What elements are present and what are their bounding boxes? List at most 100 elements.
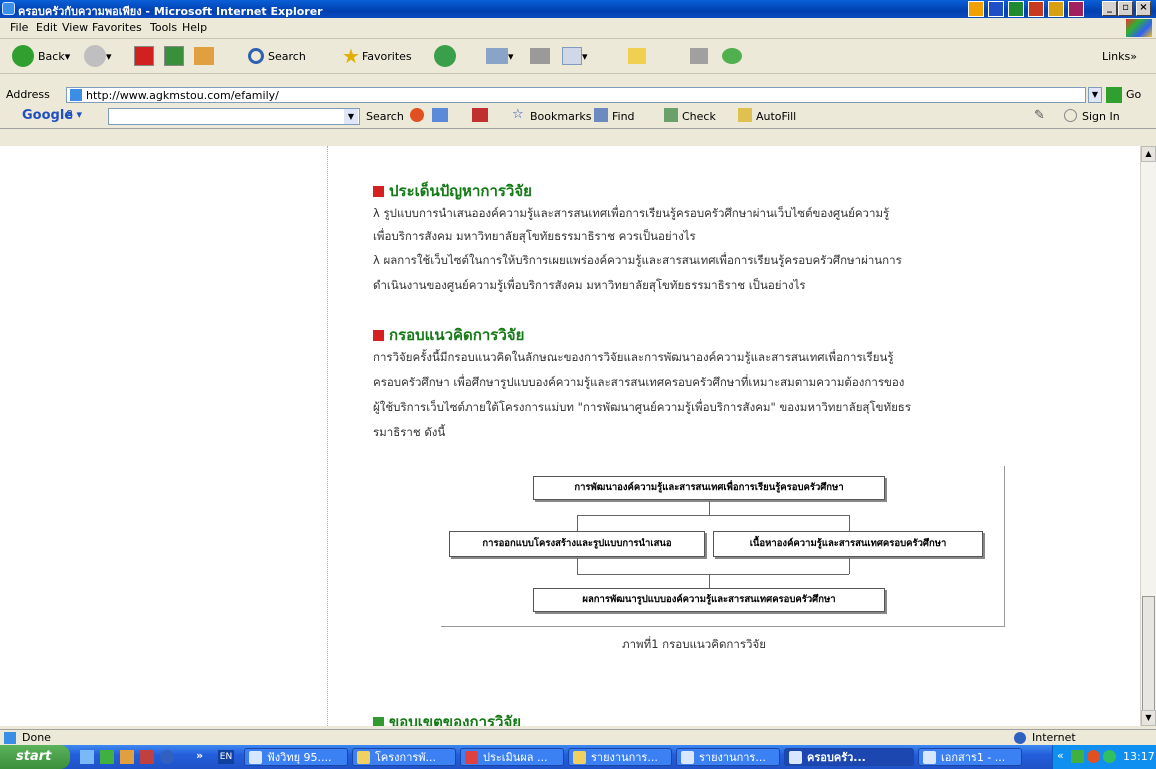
google-search-button[interactable]: Search (366, 110, 404, 123)
google-dropdown-icon[interactable]: ▼ (344, 109, 358, 124)
task-document1[interactable]: เอกสาร1 - ... (918, 748, 1022, 766)
star-icon: ★ (342, 44, 360, 68)
messenger-button[interactable] (722, 44, 742, 68)
tray-status-icon[interactable] (1103, 750, 1116, 763)
address-input[interactable]: http://www.agkmstou.com/efamily/ (66, 87, 1086, 103)
task-family-active[interactable]: ครอบครัว... (784, 748, 914, 766)
plus-icon[interactable] (432, 108, 448, 122)
google-search-input[interactable] (108, 108, 360, 125)
home-icon (194, 47, 214, 65)
menu-edit[interactable]: Edit (36, 21, 57, 34)
sign-in-button[interactable]: Sign In (1082, 110, 1120, 123)
bookmarks-button[interactable]: Bookmarks (530, 110, 591, 123)
outlook-icon[interactable] (1048, 1, 1064, 17)
access-icon[interactable] (1068, 1, 1084, 17)
refresh-button[interactable] (164, 44, 184, 68)
autofill-button[interactable]: AutoFill (756, 110, 796, 123)
google-toolbar: Google 8 ▾ ▼ Search ☆ Bookmarks Find Che… (0, 105, 1156, 129)
wrench-icon[interactable]: ✎ (1034, 108, 1045, 123)
links-button[interactable]: Links » (1102, 44, 1137, 68)
word-edit-icon (562, 47, 582, 65)
discuss-button[interactable] (628, 44, 646, 68)
print-icon (530, 48, 550, 64)
quicklaunch-ie-icon[interactable] (80, 750, 94, 764)
excel-icon[interactable] (1008, 1, 1024, 17)
scroll-up-icon[interactable]: ▲ (1141, 146, 1156, 162)
find-button[interactable]: Find (612, 110, 635, 123)
task-word-report[interactable]: รายงานการ... (676, 748, 780, 766)
ie-task-icon (249, 751, 262, 764)
check-button[interactable]: Check (682, 110, 716, 123)
language-indicator[interactable]: EN (218, 750, 234, 764)
google-options-icon[interactable]: 8 ▾ (66, 108, 82, 121)
start-button[interactable]: start (0, 745, 70, 769)
paragraph-line: ครอบครัวศึกษา เพื่อศึกษารูปแบบองค์ความรู… (373, 375, 905, 389)
paragraph-line: ดำเนินงานของศูนย์ความรู้เพื่อบริการสังคม… (373, 278, 806, 292)
history-button[interactable] (434, 44, 456, 68)
go-button[interactable]: Go (1126, 88, 1141, 101)
stop-button[interactable] (134, 44, 154, 68)
system-tray: « 13:17 (1052, 745, 1156, 769)
tray-expand-icon[interactable]: « (1057, 749, 1064, 762)
address-dropdown-icon[interactable]: ▼ (1088, 87, 1102, 103)
edit-button[interactable]: ▾ (562, 44, 588, 68)
framework-diagram: การพัฒนาองค์ความรู้และสารสนเทศเพื่อการเร… (441, 466, 1005, 627)
taskbar: start » EN ฟังวิทยุ 95.... โครงการพั... … (0, 745, 1156, 769)
task-evaluation[interactable]: ประเมินผล ... (460, 748, 564, 766)
quicklaunch-messenger-icon[interactable] (120, 750, 134, 764)
menu-favorites[interactable]: Favorites (92, 21, 142, 34)
find-icon (594, 108, 608, 122)
quicklaunch-media-icon[interactable] (140, 750, 154, 764)
print-button[interactable] (530, 44, 550, 68)
maximize-button[interactable]: ▫ (1118, 1, 1133, 16)
favorites-button[interactable]: ★ Favorites (342, 44, 412, 68)
minus-box-icon (373, 186, 384, 197)
menu-view[interactable]: View (62, 21, 88, 34)
globe-icon (1014, 732, 1026, 744)
scroll-thumb[interactable] (1142, 596, 1155, 714)
windows-logo-icon (1126, 19, 1152, 37)
stop-icon (134, 46, 154, 66)
title-bar: ครอบครัวกับความพอเพียง - Microsoft Inter… (0, 0, 1156, 18)
mail-button[interactable]: ▾ (486, 44, 514, 68)
word-icon[interactable] (988, 1, 1004, 17)
tray-app-icon[interactable] (1087, 750, 1100, 763)
app-shortcut-icon[interactable] (968, 1, 984, 17)
scroll-down-icon[interactable]: ▼ (1141, 710, 1156, 726)
close-button[interactable]: × (1136, 1, 1151, 16)
powerpoint-icon[interactable] (1028, 1, 1044, 17)
spellcheck-icon (664, 108, 678, 122)
forward-button[interactable]: ▾ (84, 44, 112, 68)
bookmark-star-icon: ☆ (512, 107, 524, 122)
search-button[interactable]: Search (248, 44, 306, 68)
paragraph-line: เพื่อบริการสังคม มหาวิทยาลัยสุโขทัยธรรมา… (373, 229, 696, 243)
minimize-button[interactable]: _ (1102, 1, 1117, 16)
minus-box-icon (373, 330, 384, 341)
plus-box-icon (373, 717, 384, 726)
menu-file[interactable]: File (10, 21, 28, 34)
page-content: ประเด็นปัญหาการวิจัย λ รูปแบบการนำเสนออง… (0, 146, 1140, 726)
back-button[interactable]: Back ▾ (12, 44, 70, 68)
home-button[interactable] (194, 44, 214, 68)
task-folder-report[interactable]: รายงานการ... (568, 748, 672, 766)
refresh-icon (164, 46, 184, 66)
back-arrow-icon (12, 45, 34, 67)
page-icon (70, 89, 82, 101)
menu-tools[interactable]: Tools (150, 21, 177, 34)
research-button[interactable] (690, 44, 708, 68)
clock[interactable]: 13:17 (1123, 750, 1155, 763)
folder-icon (573, 751, 586, 764)
menu-bar: File Edit View Favorites Tools Help (0, 18, 1156, 39)
paragraph-line: การวิจัยครั้งนี้มีกรอบแนวคิดในลักษณะของก… (373, 350, 894, 364)
quicklaunch-player-icon[interactable] (160, 750, 174, 764)
vertical-scrollbar[interactable]: ▲ ▼ (1140, 146, 1156, 726)
menu-help[interactable]: Help (182, 21, 207, 34)
task-folder-project[interactable]: โครงการพั... (352, 748, 456, 766)
task-radio[interactable]: ฟังวิทยุ 95.... (244, 748, 348, 766)
tray-network-icon[interactable] (1071, 750, 1084, 763)
go-arrow-icon[interactable] (1106, 87, 1122, 103)
quicklaunch-more-icon[interactable]: » (196, 749, 203, 762)
popup-blocker-icon[interactable] (472, 108, 488, 122)
pagerank-icon[interactable] (410, 108, 424, 122)
quicklaunch-desktop-icon[interactable] (100, 750, 114, 764)
